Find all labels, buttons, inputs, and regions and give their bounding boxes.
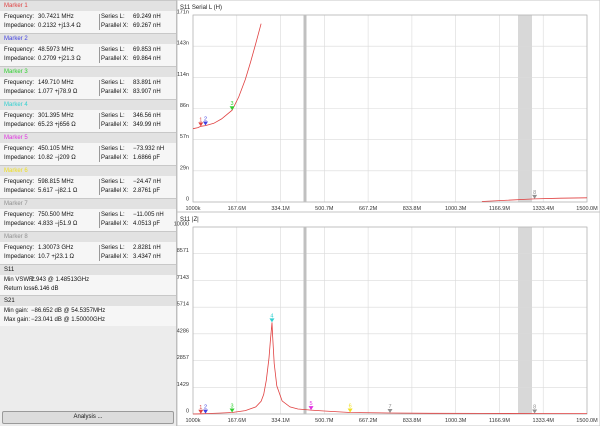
marker-2-label: 2	[204, 117, 207, 123]
y-tick-label: 8571	[177, 248, 189, 254]
x-tick-label: 667.2M	[359, 418, 378, 424]
y-tick-label: 7143	[177, 275, 189, 281]
marker-3-label: 3	[231, 101, 234, 107]
marker-6-label: 6	[349, 403, 352, 409]
chart-2-panel	[176, 211, 600, 426]
y-tick-label: 4286	[177, 328, 189, 334]
marker-7-label: 7	[388, 404, 391, 410]
x-tick-label: 1500.0M	[576, 206, 598, 212]
x-tick-label: 1000.3M	[445, 206, 467, 212]
marker-1-label: 1	[199, 405, 202, 411]
marker-2-label: 2	[204, 405, 207, 411]
marker-8-label: 8	[533, 405, 536, 411]
y-tick-label: 1429	[177, 382, 189, 388]
y-tick-label: 0	[186, 409, 189, 415]
x-tick-label: 1333.4M	[533, 418, 555, 424]
x-tick-label: 1000k	[186, 206, 201, 212]
marker-1-label: 1	[199, 117, 202, 123]
chart-area[interactable]: S11 Serial L (H)1000k 167.6M 334.1M 500.7M 6…	[0, 0, 600, 426]
y-tick-label: 57n	[180, 134, 189, 140]
x-tick-label: 334.1M	[271, 206, 290, 212]
x-tick-label: 1166.9M	[489, 418, 510, 424]
y-tick-label: 2857	[177, 355, 189, 361]
x-tick-label: 1166.9M	[489, 206, 510, 212]
y-tick-label: 143n	[177, 41, 189, 47]
y-tick-label: 114n	[177, 72, 189, 78]
y-tick-label: 86n	[180, 103, 189, 109]
x-tick-label: 167.6M	[228, 418, 247, 424]
x-tick-label: 833.8M	[403, 418, 422, 424]
marker-4-label: 4	[270, 313, 273, 319]
marker-5-label: 5	[310, 401, 313, 407]
chart-1-panel	[176, 0, 600, 213]
x-tick-label: 334.1M	[271, 418, 290, 424]
highlight-band	[518, 227, 532, 414]
y-tick-label: 5714	[177, 302, 189, 308]
x-tick-label: 1000.3M	[445, 418, 467, 424]
y-tick-label: 29n	[180, 165, 189, 171]
y-tick-label: 171n	[177, 10, 189, 16]
x-tick-label: 167.6M	[228, 206, 247, 212]
x-tick-label: 1000k	[186, 418, 201, 424]
x-tick-label: 1333.4M	[533, 206, 555, 212]
y-tick-label: 0	[186, 197, 189, 203]
marker-3-label: 3	[231, 404, 234, 410]
x-tick-label: 667.2M	[359, 206, 378, 212]
y-tick-label: 10000	[174, 222, 189, 228]
x-tick-label: 500.7M	[315, 418, 334, 424]
x-tick-label: 1500.0M	[576, 418, 598, 424]
x-tick-label: 833.8M	[403, 206, 422, 212]
marker-8-label: 8	[533, 190, 536, 196]
x-tick-label: 500.7M	[315, 206, 334, 212]
